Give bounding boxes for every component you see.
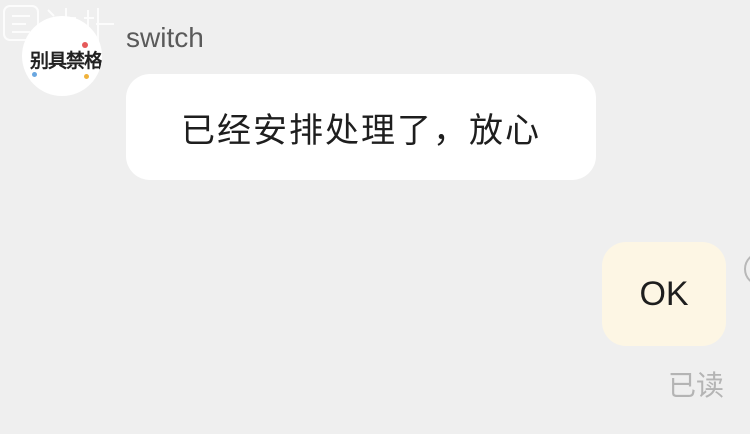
incoming-message-bubble[interactable]: 已经安排处理了，放心 bbox=[126, 74, 596, 180]
incoming-message-text: 已经安排处理了，放心 bbox=[181, 110, 541, 151]
sender-name: switch bbox=[126, 22, 204, 53]
read-status: 已读 bbox=[668, 369, 725, 402]
outgoing-message-bubble[interactable]: OK bbox=[602, 242, 726, 346]
avatar[interactable]: 别具禁格 bbox=[22, 16, 102, 96]
outgoing-message-text: OK bbox=[639, 274, 689, 313]
avatar-logo-text: 别具禁格 bbox=[30, 50, 102, 72]
own-avatar[interactable] bbox=[744, 252, 750, 286]
